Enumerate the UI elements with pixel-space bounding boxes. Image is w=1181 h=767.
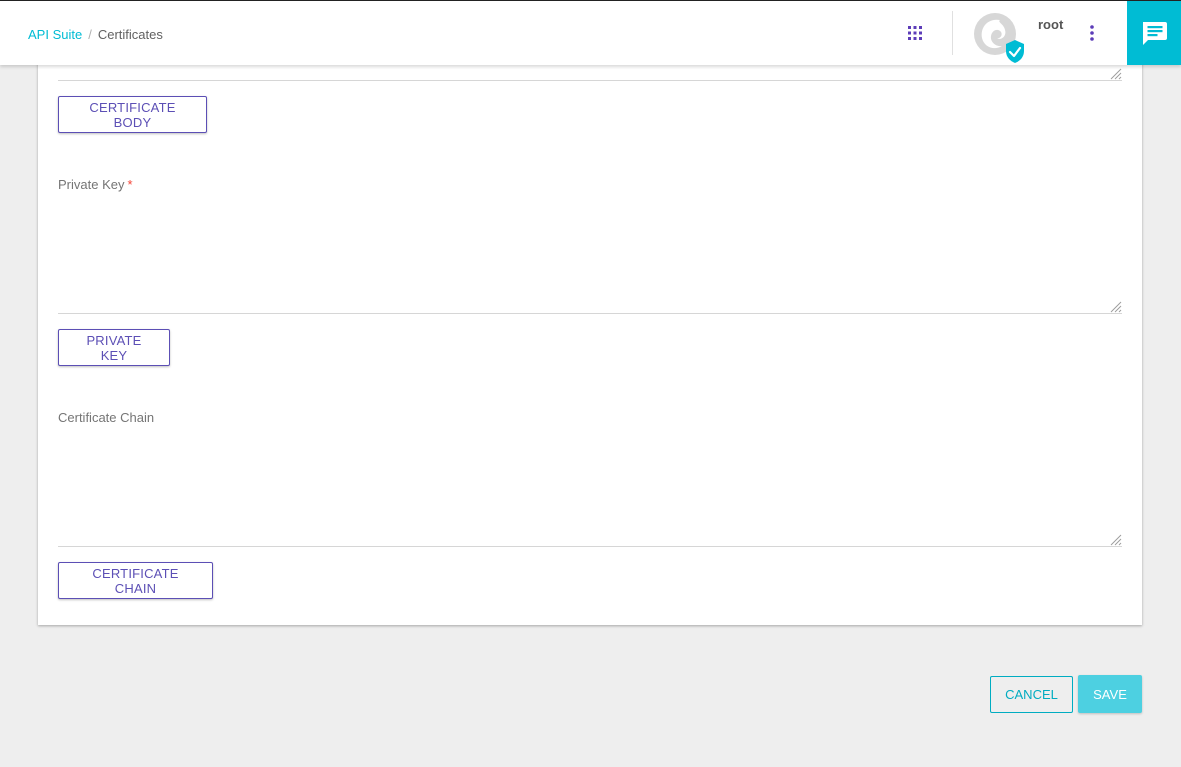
certificate-body-textarea[interactable]: [58, 80, 1122, 81]
apps-grid-icon[interactable]: [904, 22, 926, 44]
resize-handle-icon[interactable]: [1108, 299, 1122, 313]
resize-handle-icon[interactable]: [1108, 532, 1122, 546]
certificate-chain-button[interactable]: CERTIFICATE CHAIN: [58, 562, 213, 599]
required-marker: *: [127, 177, 133, 192]
certificate-body-button[interactable]: CERTIFICATE BODY: [58, 96, 207, 133]
breadcrumb-certificates: Certificates: [97, 27, 163, 42]
breadcrumb: API Suite / Certificates: [28, 27, 163, 42]
more-vert-icon[interactable]: [1082, 22, 1102, 44]
top-bar: API Suite / Certificates root: [0, 0, 1181, 65]
verified-badge-icon: [1006, 40, 1024, 63]
private-key-label: Private Key *: [58, 177, 133, 192]
private-key-textarea[interactable]: [58, 313, 1122, 314]
certificate-chain-label: Certificate Chain: [58, 410, 155, 425]
save-button[interactable]: SAVE: [1078, 675, 1142, 713]
resize-handle-icon[interactable]: [1108, 66, 1122, 80]
username: root: [1038, 17, 1064, 32]
certificate-form-card: CERTIFICATE BODY Private Key * PRIVATE KE…: [38, 40, 1142, 625]
avatar[interactable]: [970, 11, 1028, 63]
cancel-button[interactable]: CANCEL: [990, 676, 1073, 713]
private-key-button[interactable]: PRIVATE KEY: [58, 329, 170, 366]
private-key-label-text: Private Key: [58, 177, 125, 192]
certificate-chain-textarea[interactable]: [58, 546, 1122, 547]
breadcrumb-api-suite[interactable]: API Suite: [28, 27, 82, 42]
chat-button[interactable]: [1127, 1, 1181, 65]
breadcrumb-separator: /: [88, 27, 92, 42]
header-divider: [952, 11, 953, 55]
chat-icon: [1143, 22, 1167, 45]
